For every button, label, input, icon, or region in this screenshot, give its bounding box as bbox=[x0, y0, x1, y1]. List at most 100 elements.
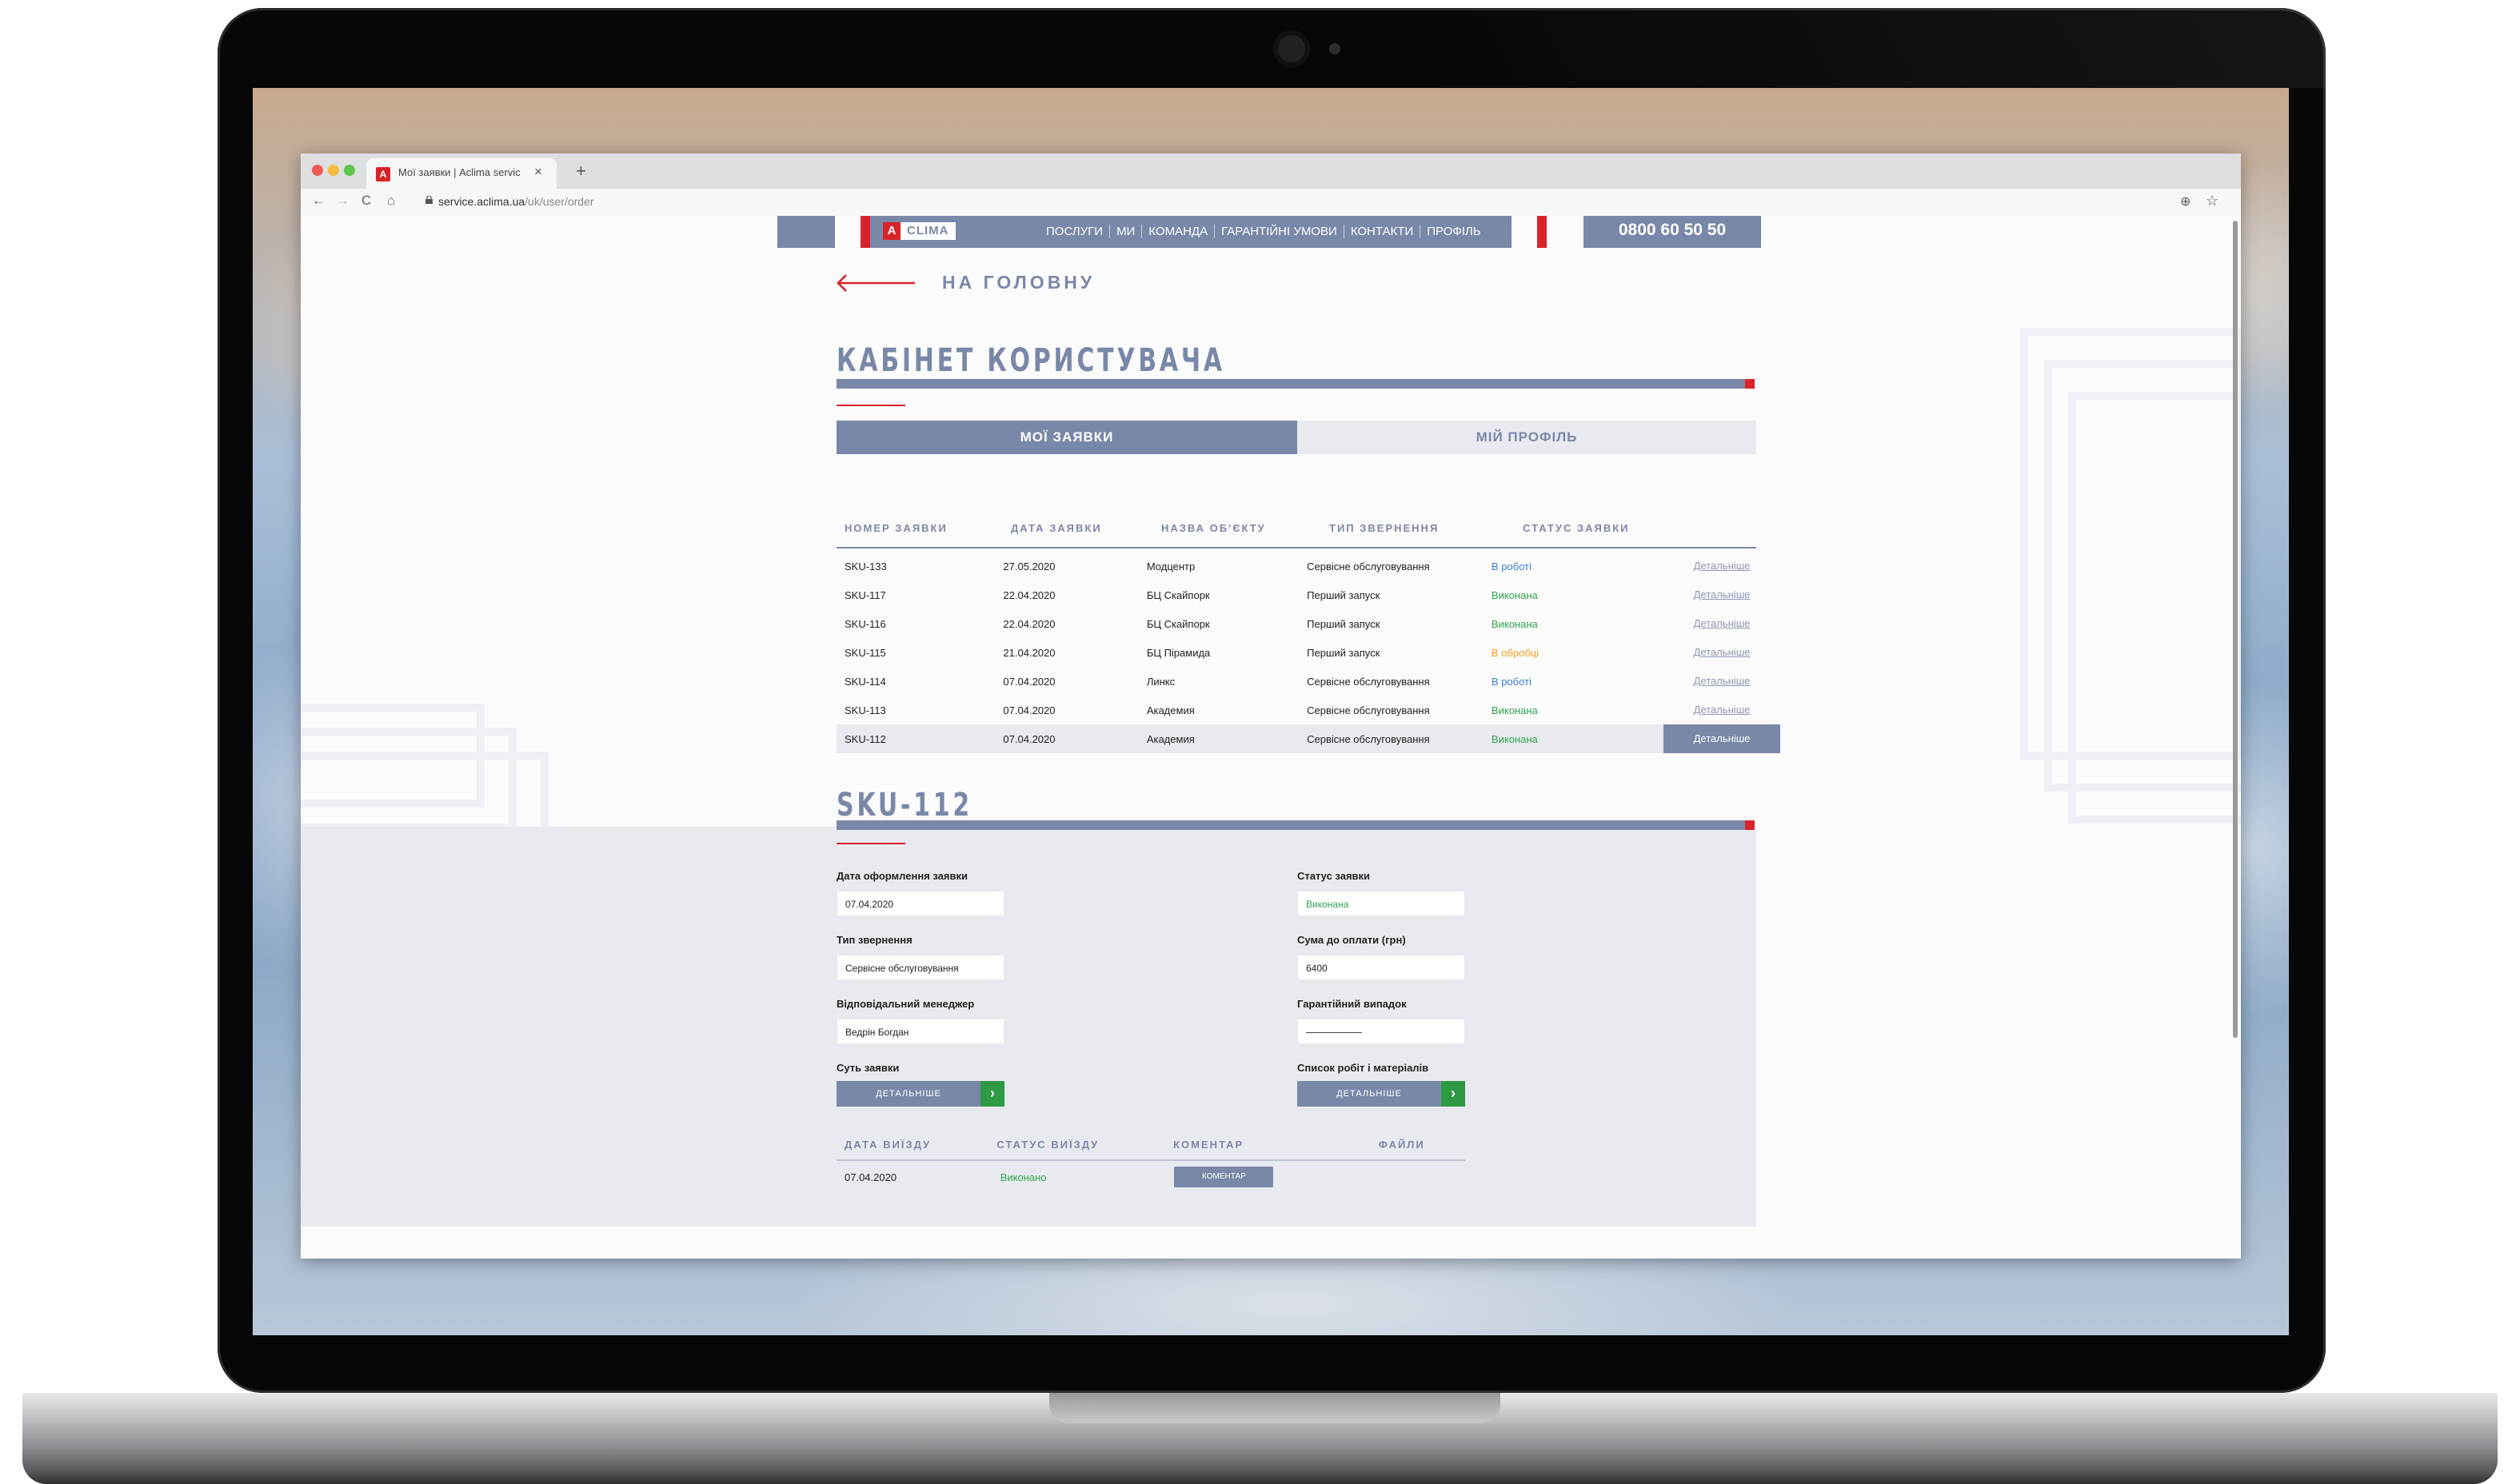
details-link[interactable]: Детальніше bbox=[1663, 696, 1780, 724]
empty-value-dash bbox=[1306, 1032, 1362, 1034]
order-type: Перший запуск bbox=[1307, 646, 1380, 659]
nav-item-team[interactable]: КОМАНДА bbox=[1142, 225, 1216, 238]
order-type: Сервісне обслуговування bbox=[1307, 560, 1430, 572]
order-object: Линкс bbox=[1146, 675, 1176, 688]
page-scrollbar[interactable] bbox=[2233, 221, 2238, 1038]
title-bar-accent bbox=[1745, 379, 1755, 389]
tab-my-orders[interactable]: МОЇ ЗАЯВКИ bbox=[837, 421, 1297, 454]
type-field: Сервісне обслуговування bbox=[837, 955, 1004, 980]
table-row[interactable]: SKU-117 22.04.2020 БЦ Скайпорк Перший за… bbox=[837, 580, 1756, 609]
order-number: SKU-133 bbox=[845, 560, 887, 572]
column-header-number: НОМЕР ЗАЯВКИ bbox=[845, 522, 948, 534]
back-arrow-icon[interactable]: ← bbox=[312, 193, 325, 209]
tab-my-profile[interactable]: МІЙ ПРОФІЛЬ bbox=[1297, 421, 1756, 454]
order-object: БЦ Скайпорк bbox=[1146, 617, 1210, 630]
column-header-object: НАЗВА ОБ'ЄКТУ bbox=[1161, 522, 1266, 534]
url-field[interactable]: service.aclima.ua/uk/user/order bbox=[438, 195, 594, 208]
amount-label: Сума до оплати (грн) bbox=[1297, 934, 1406, 946]
bookmark-star-icon[interactable]: ☆ bbox=[2206, 193, 2218, 209]
order-number: SKU-112 bbox=[845, 732, 886, 745]
details-link[interactable]: Детальніше bbox=[1663, 552, 1780, 580]
table-row-selected[interactable]: SKU-112 07.04.2020 Академия Сервісне обс… bbox=[837, 724, 1780, 753]
details-button[interactable]: Детальніше bbox=[1663, 724, 1780, 753]
title-bar-accent bbox=[1745, 820, 1755, 830]
type-label: Тип звернення bbox=[837, 934, 913, 946]
visit-row: 07.04.2020 Виконано КОМЕНТАР bbox=[837, 1161, 1465, 1193]
order-status: В обробці bbox=[1491, 646, 1540, 659]
table-row[interactable]: SKU-116 22.04.2020 БЦ Скайпорк Перший за… bbox=[837, 609, 1756, 638]
orders-table: НОМЕР ЗАЯВКИ ДАТА ЗАЯВКИ НАЗВА ОБ'ЄКТУ Т… bbox=[837, 517, 1780, 753]
order-status: Виконана bbox=[1491, 588, 1538, 601]
back-arrow-icon[interactable] bbox=[835, 273, 915, 293]
order-number: SKU-114 bbox=[845, 675, 886, 688]
order-status: В роботі bbox=[1491, 560, 1532, 572]
column-header-type: ТИП ЗВЕРНЕННЯ bbox=[1329, 522, 1440, 534]
order-date: 22.04.2020 bbox=[1003, 617, 1056, 630]
new-tab-icon[interactable]: + bbox=[576, 161, 586, 182]
essence-details-button[interactable]: ДЕТАЛЬНІШЕ › bbox=[837, 1081, 1004, 1107]
order-number: SKU-117 bbox=[845, 588, 886, 601]
language-switch[interactable]: Uk bbox=[1561, 225, 1574, 237]
forward-arrow-icon[interactable]: → bbox=[336, 193, 349, 209]
table-row[interactable]: SKU-113 07.04.2020 Академия Сервісне обс… bbox=[837, 696, 1756, 724]
status-label: Статус заявки bbox=[1297, 870, 1371, 882]
table-row[interactable]: SKU-114 07.04.2020 Линкс Сервісне обслуг… bbox=[837, 667, 1756, 696]
order-object: БЦ Пірамида bbox=[1146, 646, 1211, 659]
browser-tab[interactable]: A Мої заявки | Aclima servic × bbox=[366, 158, 557, 189]
zoom-icon[interactable]: ⊕ bbox=[2180, 193, 2191, 209]
order-date: 07.04.2020 bbox=[1003, 732, 1056, 745]
order-number: SKU-116 bbox=[845, 617, 886, 630]
order-object: Академия bbox=[1146, 732, 1195, 745]
address-bar: ← → C ⌂ service.aclima.ua/uk/user/order … bbox=[301, 189, 2241, 217]
minimize-window-button[interactable] bbox=[328, 165, 339, 176]
order-number: SKU-115 bbox=[845, 646, 886, 659]
close-window-button[interactable] bbox=[312, 165, 323, 176]
title-bar bbox=[837, 820, 1753, 830]
nav-item-profile[interactable]: ПРОФІЛЬ bbox=[1420, 225, 1487, 238]
site-logo[interactable]: A CLIMA bbox=[883, 222, 956, 240]
order-type: Сервісне обслуговування bbox=[1307, 704, 1430, 716]
manager-label: Відповідальний менеджер bbox=[837, 998, 975, 1010]
essence-label: Суть заявки bbox=[837, 1062, 900, 1074]
warranty-field bbox=[1297, 1019, 1465, 1044]
close-tab-icon[interactable]: × bbox=[534, 164, 542, 180]
header-accent bbox=[1537, 216, 1547, 248]
details-link[interactable]: Детальніше bbox=[1663, 580, 1780, 609]
maximize-window-button[interactable] bbox=[344, 165, 355, 176]
order-object: БЦ Скайпорк bbox=[1146, 588, 1210, 601]
warranty-label: Гарантійний випадок bbox=[1297, 998, 1407, 1010]
order-date: 27.05.2020 bbox=[1003, 560, 1056, 572]
order-date-label: Дата оформлення заявки bbox=[837, 870, 968, 882]
works-details-button[interactable]: ДЕТАЛЬНІШЕ › bbox=[1297, 1081, 1465, 1107]
title-underline bbox=[837, 843, 905, 844]
home-icon[interactable]: ⌂ bbox=[387, 193, 395, 209]
phone-number[interactable]: 0800 60 50 50 bbox=[1583, 221, 1761, 240]
visits-table: ДАТА ВИЇЗДУ СТАТУС ВИЇЗДУ КОМЕНТАР ФАЙЛИ… bbox=[837, 1134, 1465, 1193]
column-header-date: ДАТА ЗАЯВКИ bbox=[1011, 522, 1102, 534]
nav-item-contacts[interactable]: КОНТАКТИ bbox=[1344, 225, 1421, 238]
manager-field: Ведрін Богдан bbox=[837, 1019, 1004, 1044]
visit-date: 07.04.2020 bbox=[845, 1171, 897, 1183]
details-link[interactable]: Детальніше bbox=[1663, 609, 1780, 638]
camera-sensor bbox=[1329, 43, 1340, 54]
column-header-status: СТАТУС ЗАЯВКИ bbox=[1523, 522, 1630, 534]
comment-button[interactable]: КОМЕНТАР bbox=[1174, 1167, 1274, 1187]
column-header-files: ФАЙЛИ bbox=[1378, 1139, 1425, 1151]
column-header-visit-status: СТАТУС ВИЇЗДУ bbox=[996, 1139, 1100, 1151]
back-to-home-link[interactable]: НА ГОЛОВНУ bbox=[942, 272, 1095, 293]
nav-item-about[interactable]: МИ bbox=[1110, 225, 1143, 238]
visit-comment-cell: КОМЕНТАР bbox=[1172, 1167, 1376, 1187]
site-nav: ПОСЛУГИ МИ КОМАНДА ГАРАНТІЙНІ УМОВИ КОНТ… bbox=[1040, 225, 1488, 238]
table-row[interactable]: SKU-133 27.05.2020 Модцентр Сервісне обс… bbox=[837, 552, 1756, 580]
details-link[interactable]: Детальніше bbox=[1663, 667, 1780, 696]
table-row[interactable]: SKU-115 21.04.2020 БЦ Пірамида Перший за… bbox=[837, 638, 1756, 667]
page-title: КАБІНЕТ КОРИСТУВАЧА bbox=[837, 342, 1225, 379]
details-link[interactable]: Детальніше bbox=[1663, 638, 1780, 667]
nav-item-services[interactable]: ПОСЛУГИ bbox=[1040, 225, 1111, 238]
reload-icon[interactable]: C bbox=[361, 193, 371, 209]
order-date: 07.04.2020 bbox=[1003, 704, 1056, 716]
order-type: Перший запуск bbox=[1307, 588, 1380, 601]
nav-item-warranty[interactable]: ГАРАНТІЙНІ УМОВИ bbox=[1215, 225, 1344, 238]
page-content: A CLIMA ПОСЛУГИ МИ КОМАНДА ГАРАНТІЙНІ УМ… bbox=[301, 216, 2241, 1259]
logo-mark: A bbox=[883, 222, 901, 240]
